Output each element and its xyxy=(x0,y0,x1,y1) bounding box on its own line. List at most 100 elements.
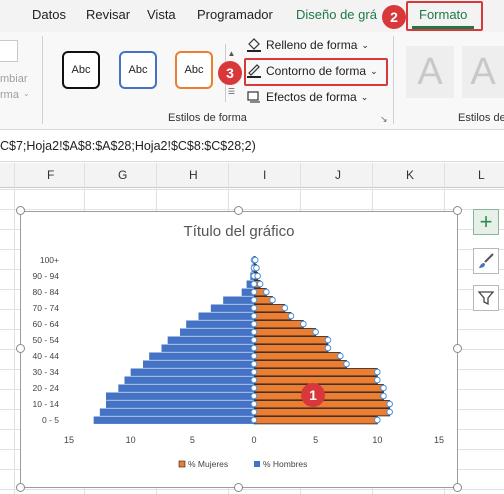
y-tick-label: 50 - 54 xyxy=(33,335,60,345)
bar-mujeres xyxy=(253,368,378,377)
step-badge-1: 1 xyxy=(301,383,325,407)
bar-hombres xyxy=(93,416,255,424)
x-tick-label: 15 xyxy=(64,435,74,445)
bar-mujeres xyxy=(253,320,304,329)
population-pyramid-chart[interactable]: Título del gráfico 0 - 5 10 - 14 20 - 24 30 … xyxy=(21,212,457,487)
y-tick-label: 80 - 84 xyxy=(33,287,60,297)
shape-effects-icon xyxy=(246,90,262,104)
filter-icon xyxy=(477,291,495,306)
x-tick-label: 10 xyxy=(126,435,136,445)
series-selection-handle xyxy=(253,264,260,272)
tab-programador[interactable]: Programador xyxy=(197,7,273,22)
wordart-style-2[interactable]: A xyxy=(462,46,504,98)
series-selection-handle xyxy=(250,392,258,400)
bar-hombres xyxy=(198,312,254,320)
resize-handle[interactable] xyxy=(16,206,25,215)
x-tick-label: 5 xyxy=(190,435,195,445)
shape-fill-label: Relleno de forma xyxy=(266,38,358,52)
series-selection-handle xyxy=(250,408,258,416)
series-selection-handle xyxy=(374,416,381,424)
resize-handle[interactable] xyxy=(453,483,462,492)
resize-handle[interactable] xyxy=(16,483,25,492)
tab-vista[interactable]: Vista xyxy=(147,7,176,22)
formula-bar[interactable]: C$7;Hoja2!$A$8:$A$28;Hoja2!$C$8:$C$28;2) xyxy=(0,130,504,162)
bar-hombres xyxy=(223,296,254,304)
shape-fill-button[interactable]: Relleno de forma ⌄ xyxy=(246,38,369,52)
series-selection-handle xyxy=(250,368,258,376)
bar-hombres xyxy=(210,304,254,312)
y-tick-label: 60 - 64 xyxy=(33,319,60,329)
bar-hombres xyxy=(167,336,254,344)
chevron-down-icon: ⌄ xyxy=(361,39,369,50)
tab-datos[interactable]: Datos xyxy=(32,7,66,22)
bar-hombres xyxy=(149,352,254,360)
series-selection-handle xyxy=(287,312,295,320)
bar-hombres xyxy=(118,384,254,392)
series-selection-handle xyxy=(250,320,258,328)
bar-mujeres xyxy=(253,344,329,353)
column-header-j[interactable]: J xyxy=(335,168,341,182)
series-selection-handle xyxy=(250,360,258,368)
paintbrush-icon xyxy=(479,253,494,268)
step-badge-3: 3 xyxy=(218,61,242,85)
chart-styles-button[interactable] xyxy=(473,248,499,274)
column-header-f[interactable]: F xyxy=(47,168,54,182)
series-selection-handle xyxy=(263,288,270,296)
bar-hombres xyxy=(186,320,254,328)
resize-handle[interactable] xyxy=(234,206,243,215)
chart-filters-button[interactable] xyxy=(473,285,499,311)
bar-hombres xyxy=(161,344,254,352)
shape-style-blue[interactable]: Abc xyxy=(119,51,157,89)
y-tick-label: 0 - 5 xyxy=(42,415,59,425)
change-shape-icon[interactable] xyxy=(0,40,18,62)
series-selection-handle xyxy=(386,408,393,416)
shape-effects-button[interactable]: Efectos de forma ⌄ xyxy=(246,90,368,104)
column-header-l[interactable]: L xyxy=(478,168,485,182)
chevron-down-icon: ⌄ xyxy=(360,91,369,102)
chart-area[interactable]: Título del gráfico 0 - 5 10 - 14 20 - 24 30 … xyxy=(20,211,458,488)
x-tick-label: 5 xyxy=(313,435,318,445)
column-header-g[interactable]: G xyxy=(118,168,127,182)
legend-swatch xyxy=(254,461,260,467)
dialog-launcher-icon[interactable]: ↘ xyxy=(380,114,388,125)
series-selection-handle xyxy=(250,352,258,360)
shape-style-orange[interactable]: Abc xyxy=(175,51,213,89)
series-selection-handle xyxy=(250,328,258,336)
column-header-k[interactable]: K xyxy=(406,168,414,182)
series-selection-handle xyxy=(281,304,289,312)
bar-mujeres xyxy=(253,304,286,313)
series-selection-handle xyxy=(250,304,258,312)
series-selection-handle xyxy=(380,392,387,400)
resize-handle[interactable] xyxy=(16,344,25,353)
y-tick-label: 10 - 14 xyxy=(33,399,60,409)
y-tick-label: 40 - 44 xyxy=(33,351,60,361)
tab-diseno-grafico[interactable]: Diseño de grá xyxy=(296,7,386,22)
series-selection-handle xyxy=(300,320,307,328)
resize-handle[interactable] xyxy=(234,483,243,492)
excel-window: Datos Revisar Vista Programador Diseño d… xyxy=(0,0,504,494)
column-header-i[interactable]: I xyxy=(263,168,266,182)
formula-text[interactable]: C$7;Hoja2!$A$8:$A$28;Hoja2!$C$8:$C$28;2) xyxy=(0,139,256,153)
series-selection-handle xyxy=(374,376,381,384)
resize-handle[interactable] xyxy=(453,206,462,215)
series-selection-handle xyxy=(251,256,259,264)
shape-style-black[interactable]: Abc xyxy=(62,51,100,89)
column-header-h[interactable]: H xyxy=(189,168,198,182)
bar-mujeres xyxy=(253,360,347,369)
series-selection-handle xyxy=(250,400,258,408)
series-selection-handle xyxy=(337,352,344,360)
y-tick-label: 70 - 74 xyxy=(33,303,60,313)
chart-elements-button[interactable]: + xyxy=(473,209,499,235)
bar-hombres xyxy=(124,376,254,384)
highlight-formato-tab xyxy=(406,1,483,31)
bar-hombres xyxy=(143,360,254,368)
series-selection-handle xyxy=(250,416,258,424)
y-tick-label: 90 - 94 xyxy=(33,271,60,281)
paint-bucket-icon xyxy=(246,38,262,52)
legend-swatch xyxy=(178,460,186,468)
wordart-style-1[interactable]: A xyxy=(406,46,454,98)
resize-handle[interactable] xyxy=(453,344,462,353)
tab-revisar[interactable]: Revisar xyxy=(86,7,130,22)
bar-mujeres xyxy=(253,328,317,337)
y-tick-label: 30 - 34 xyxy=(33,367,60,377)
